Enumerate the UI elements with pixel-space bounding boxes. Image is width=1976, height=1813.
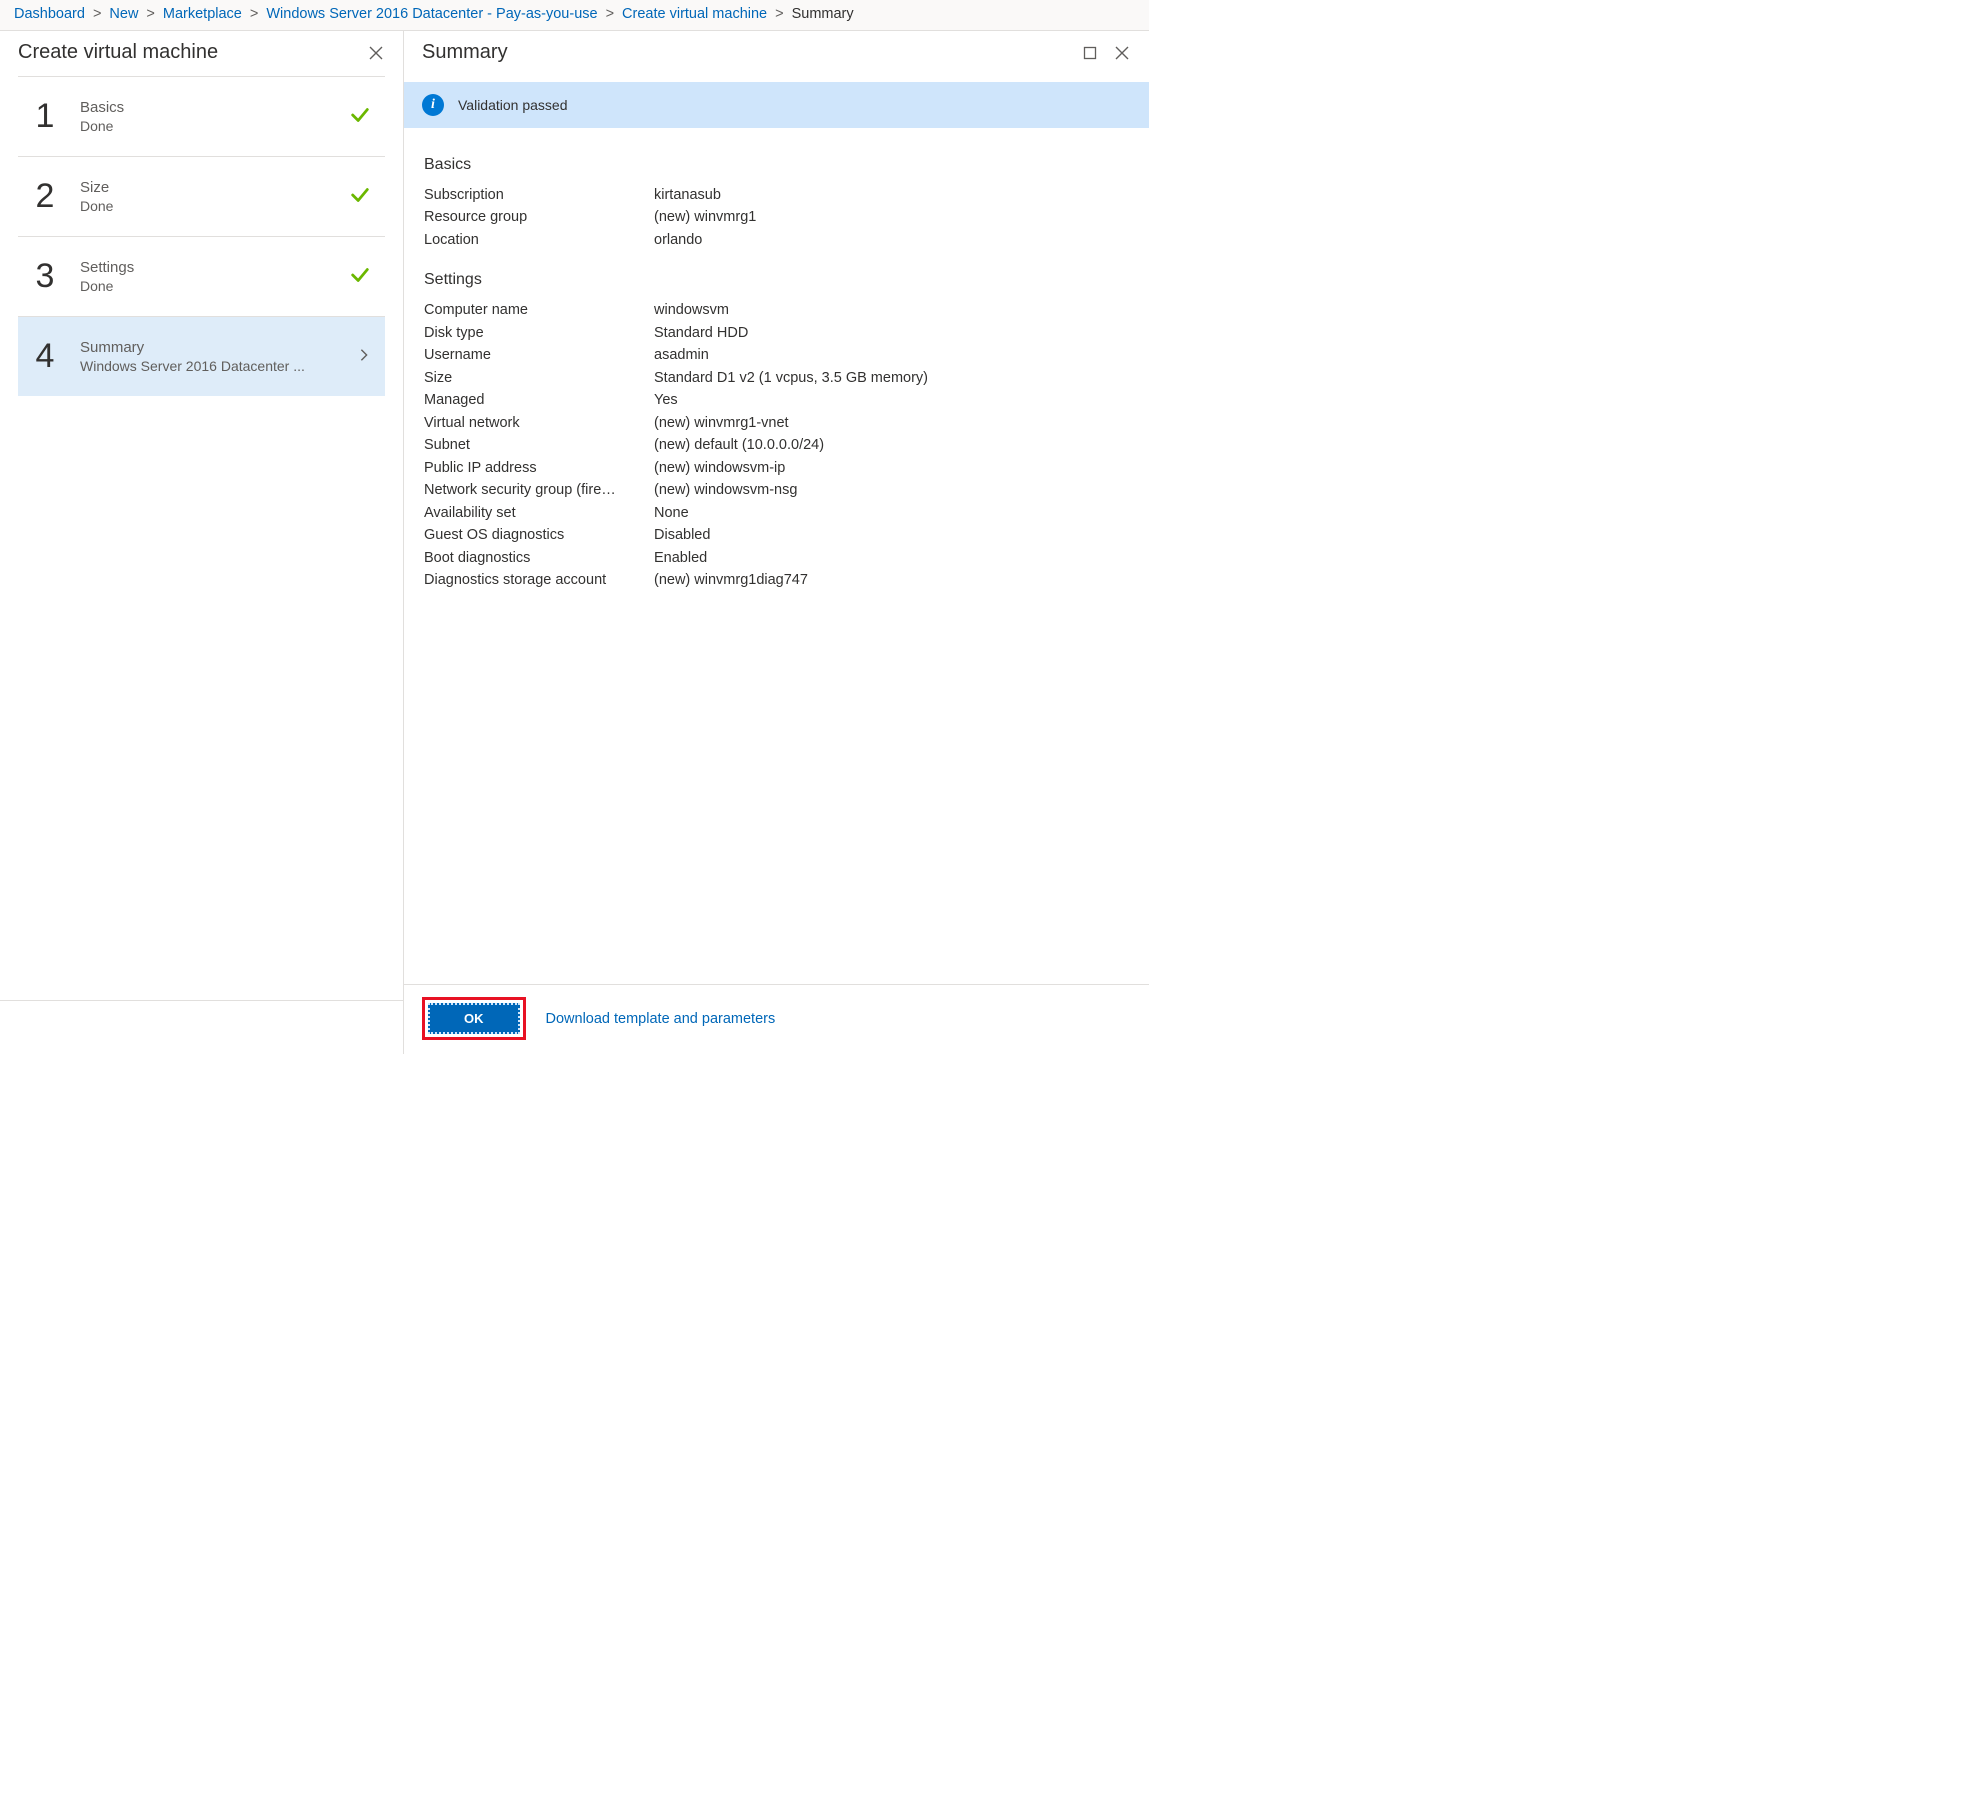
summary-row: Diagnostics storage account(new) winvmrg… [424, 569, 1129, 591]
summary-key: Subscription [424, 184, 654, 206]
validation-banner: i Validation passed [404, 82, 1149, 128]
summary-row: Subnet(new) default (10.0.0.0/24) [424, 434, 1129, 456]
chevron-right-icon [357, 348, 371, 365]
summary-value: Standard HDD [654, 322, 748, 344]
summary-row: Usernameasadmin [424, 344, 1129, 366]
summary-value: asadmin [654, 344, 709, 366]
summary-value: Standard D1 v2 (1 vcpus, 3.5 GB memory) [654, 367, 928, 389]
summary-value: (new) windowsvm-nsg [654, 479, 797, 501]
summary-key: Boot diagnostics [424, 547, 654, 569]
summary-key: Availability set [424, 502, 654, 524]
wizard-step-size[interactable]: 2 Size Done [18, 157, 385, 236]
close-icon[interactable] [367, 44, 385, 62]
checkmark-icon [349, 184, 371, 209]
breadcrumb-item[interactable]: New [109, 6, 138, 22]
summary-row: Disk typeStandard HDD [424, 322, 1129, 344]
checkmark-icon [349, 264, 371, 289]
chevron-right-icon: > [250, 6, 258, 22]
summary-key: Location [424, 229, 654, 251]
summary-key: Public IP address [424, 457, 654, 479]
summary-row: Network security group (fire…(new) windo… [424, 479, 1129, 501]
summary-row: Guest OS diagnosticsDisabled [424, 524, 1129, 546]
summary-value: orlando [654, 229, 702, 251]
wizard-title: Create virtual machine [18, 41, 218, 64]
summary-value: Disabled [654, 524, 710, 546]
summary-key: Disk type [424, 322, 654, 344]
wizard-step-summary[interactable]: 4 Summary Windows Server 2016 Datacenter .… [18, 317, 385, 396]
summary-key: Virtual network [424, 412, 654, 434]
wizard-step-settings[interactable]: 3 Settings Done [18, 237, 385, 316]
summary-row: Subscriptionkirtanasub [424, 184, 1129, 206]
ok-button[interactable]: OK [428, 1003, 520, 1034]
summary-value: windowsvm [654, 299, 729, 321]
summary-row: Availability setNone [424, 502, 1129, 524]
breadcrumb-item[interactable]: Dashboard [14, 6, 85, 22]
chevron-right-icon: > [93, 6, 101, 22]
wizard-panel: Create virtual machine 1 Basics Done 2 Size D… [0, 31, 404, 1054]
summary-value: (new) winvmrg1diag747 [654, 569, 808, 591]
close-icon[interactable] [1113, 44, 1131, 62]
step-subtitle: Done [80, 118, 320, 134]
restore-icon[interactable] [1081, 44, 1099, 62]
breadcrumb-item: Summary [792, 6, 854, 22]
summary-key: Subnet [424, 434, 654, 456]
summary-value: (new) winvmrg1 [654, 206, 756, 228]
summary-value: (new) winvmrg1-vnet [654, 412, 789, 434]
chevron-right-icon: > [606, 6, 614, 22]
step-number: 4 [32, 337, 58, 376]
summary-key: Diagnostics storage account [424, 569, 654, 591]
summary-row: Boot diagnosticsEnabled [424, 547, 1129, 569]
summary-value: (new) windowsvm-ip [654, 457, 785, 479]
summary-row: Locationorlando [424, 229, 1129, 251]
summary-value: None [654, 502, 689, 524]
breadcrumb-item[interactable]: Create virtual machine [622, 6, 767, 22]
wizard-step-basics[interactable]: 1 Basics Done [18, 77, 385, 156]
summary-key: Username [424, 344, 654, 366]
summary-key: Computer name [424, 299, 654, 321]
summary-key: Size [424, 367, 654, 389]
step-subtitle: Windows Server 2016 Datacenter ... [80, 358, 320, 374]
info-icon: i [422, 94, 444, 116]
chevron-right-icon: > [146, 6, 154, 22]
summary-key: Guest OS diagnostics [424, 524, 654, 546]
checkmark-icon [349, 104, 371, 129]
summary-key: Managed [424, 389, 654, 411]
summary-title: Summary [422, 41, 508, 64]
summary-row: Computer namewindowsvm [424, 299, 1129, 321]
download-template-link[interactable]: Download template and parameters [546, 1011, 776, 1027]
step-title: Basics [80, 99, 327, 116]
summary-value: kirtanasub [654, 184, 721, 206]
summary-row: SizeStandard D1 v2 (1 vcpus, 3.5 GB memo… [424, 367, 1129, 389]
breadcrumb-item[interactable]: Marketplace [163, 6, 242, 22]
summary-key: Network security group (fire… [424, 479, 654, 501]
summary-value: Yes [654, 389, 678, 411]
summary-value: Enabled [654, 547, 707, 569]
validation-text: Validation passed [458, 97, 567, 113]
section-title: Settings [424, 271, 1129, 289]
summary-key: Resource group [424, 206, 654, 228]
step-title: Settings [80, 259, 327, 276]
chevron-right-icon: > [775, 6, 783, 22]
summary-row: Virtual network(new) winvmrg1-vnet [424, 412, 1129, 434]
step-number: 3 [32, 257, 58, 296]
summary-row: Public IP address(new) windowsvm-ip [424, 457, 1129, 479]
summary-value: (new) default (10.0.0.0/24) [654, 434, 824, 456]
breadcrumb-item[interactable]: Windows Server 2016 Datacenter - Pay-as-… [266, 6, 597, 22]
summary-row: ManagedYes [424, 389, 1129, 411]
summary-panel: Summary i Validation passed Basics Subscr… [404, 31, 1149, 1054]
step-title: Size [80, 179, 327, 196]
ok-button-highlight: OK [422, 997, 526, 1040]
step-number: 1 [32, 97, 58, 136]
step-number: 2 [32, 177, 58, 216]
step-title: Summary [80, 339, 335, 356]
summary-row: Resource group(new) winvmrg1 [424, 206, 1129, 228]
step-subtitle: Done [80, 198, 320, 214]
section-title: Basics [424, 156, 1129, 174]
step-subtitle: Done [80, 278, 320, 294]
breadcrumb: Dashboard > New > Marketplace > Windows Server… [0, 0, 1149, 31]
